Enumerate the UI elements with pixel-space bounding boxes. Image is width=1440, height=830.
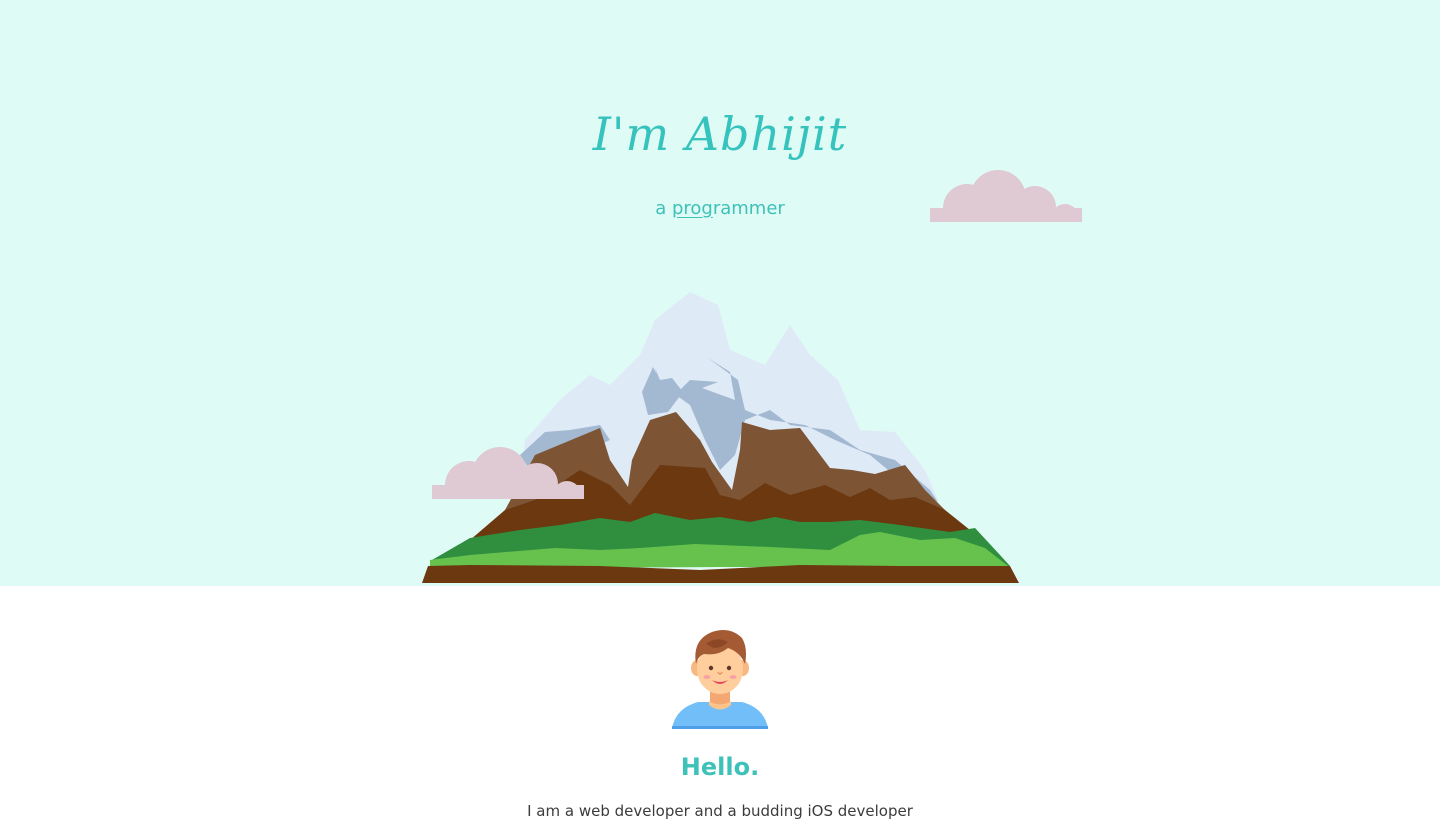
tagline-rest: rammer (712, 198, 785, 219)
tagline-prefix: a (655, 198, 672, 219)
tagline-typed: prog (671, 198, 713, 219)
hero-tagline: a programmer (0, 196, 1440, 222)
about-section: Hello. I am a web developer and a buddin… (0, 586, 1440, 830)
cloud-icon (930, 170, 1082, 222)
about-intro: I am a web developer and a budding iOS d… (527, 802, 913, 820)
hero-section: I'm Abhijit a programmer (0, 0, 1440, 586)
mountain-icon (422, 292, 1019, 583)
hero-title: I'm Abhijit (592, 107, 848, 161)
person-avatar-icon (672, 630, 768, 729)
about-heading: Hello. (680, 753, 760, 781)
cloud-icon (432, 447, 584, 499)
